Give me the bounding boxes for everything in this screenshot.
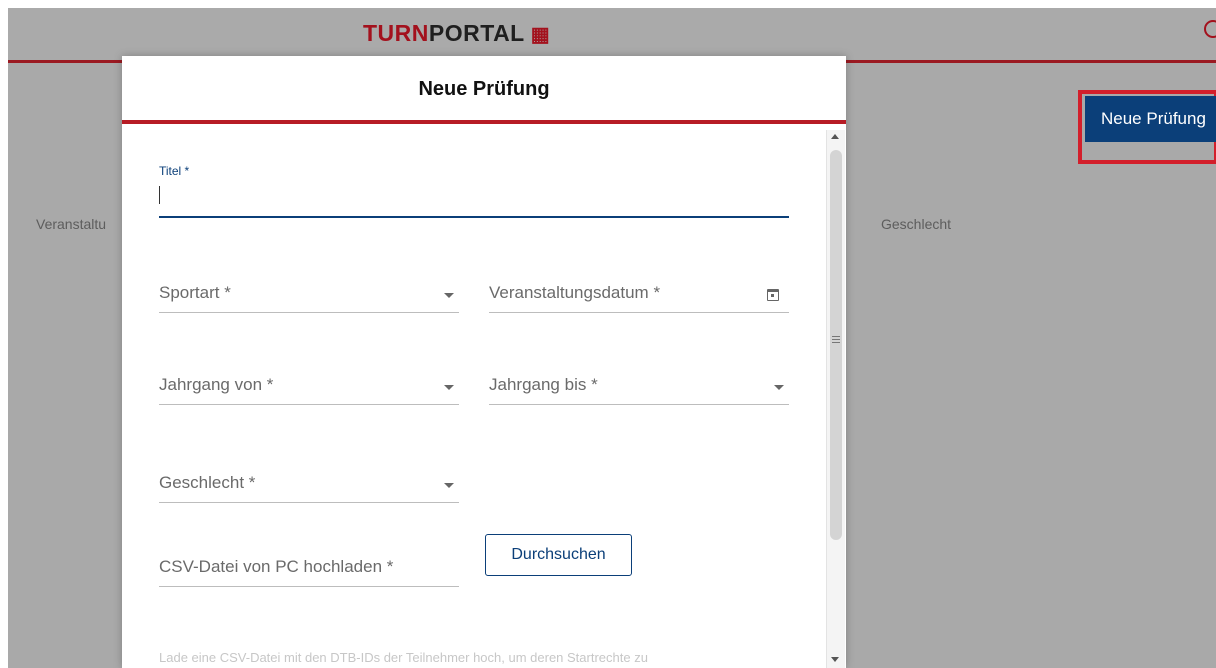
- text-caret: [159, 186, 160, 204]
- jahrgang-von-select[interactable]: Jahrgang von *: [159, 366, 459, 412]
- jahrgang-von-underline: [159, 404, 459, 405]
- logo-portal-text: PORTAL: [428, 20, 525, 46]
- sportart-label: Sportart *: [159, 283, 231, 302]
- logo-mark-icon: ▦: [530, 24, 551, 46]
- calendar-icon[interactable]: [767, 289, 779, 301]
- scroll-up-icon[interactable]: [831, 134, 839, 139]
- csv-upload-field[interactable]: CSV-Datei von PC hochladen *: [159, 548, 459, 594]
- jahrgang-bis-label: Jahrgang bis *: [489, 375, 598, 394]
- column-header-event: Veranstaltu: [36, 216, 107, 232]
- sportart-underline: [159, 312, 459, 313]
- dialog-body: Titel * Sportart * Veranstaltungsdatum *…: [122, 124, 826, 668]
- turnportal-logo[interactable]: TURNPORTAL ▦: [363, 20, 550, 47]
- geschlecht-label: Geschlecht *: [159, 473, 256, 492]
- dialog-title: Neue Prüfung: [418, 78, 550, 100]
- veranstaltungsdatum-label: Veranstaltungsdatum *: [489, 283, 661, 302]
- scrollbar-grip-icon: [832, 336, 840, 343]
- jahrgang-bis-underline: [489, 404, 789, 405]
- new-exam-dialog: Neue Prüfung Titel * Sportart * Veransta…: [122, 56, 846, 668]
- titel-field[interactable]: Titel *: [159, 164, 789, 220]
- sportart-select[interactable]: Sportart *: [159, 274, 459, 320]
- dropdown-arrow-icon: [774, 385, 784, 390]
- dropdown-arrow-icon: [444, 293, 454, 298]
- csv-help-text: Lade eine CSV-Datei mit den DTB-IDs der …: [159, 650, 648, 665]
- dialog-header: Neue Prüfung: [122, 56, 846, 124]
- user-icon[interactable]: [1204, 20, 1216, 38]
- top-bar: TURNPORTAL ▦: [8, 8, 1216, 63]
- scrollbar-thumb[interactable]: [830, 150, 842, 540]
- scroll-down-icon[interactable]: [831, 657, 839, 662]
- dropdown-arrow-icon: [444, 385, 454, 390]
- jahrgang-von-label: Jahrgang von *: [159, 375, 274, 394]
- dropdown-arrow-icon: [444, 483, 454, 488]
- geschlecht-underline: [159, 502, 459, 503]
- dialog-scrollbar[interactable]: [826, 130, 845, 668]
- titel-underline: [159, 216, 789, 218]
- veranstaltungsdatum-input[interactable]: Veranstaltungsdatum *: [489, 274, 789, 320]
- geschlecht-select[interactable]: Geschlecht *: [159, 464, 459, 510]
- titel-label: Titel *: [159, 164, 190, 178]
- jahrgang-bis-select[interactable]: Jahrgang bis *: [489, 366, 789, 412]
- browse-button[interactable]: Durchsuchen: [485, 534, 632, 576]
- logo-turn-text: TURN: [363, 20, 429, 46]
- column-header-gender: Geschlecht: [881, 216, 952, 232]
- veranstaltungsdatum-underline: [489, 312, 789, 313]
- csv-label: CSV-Datei von PC hochladen *: [159, 557, 394, 576]
- csv-underline: [159, 586, 459, 587]
- new-exam-button[interactable]: Neue Prüfung: [1085, 96, 1216, 142]
